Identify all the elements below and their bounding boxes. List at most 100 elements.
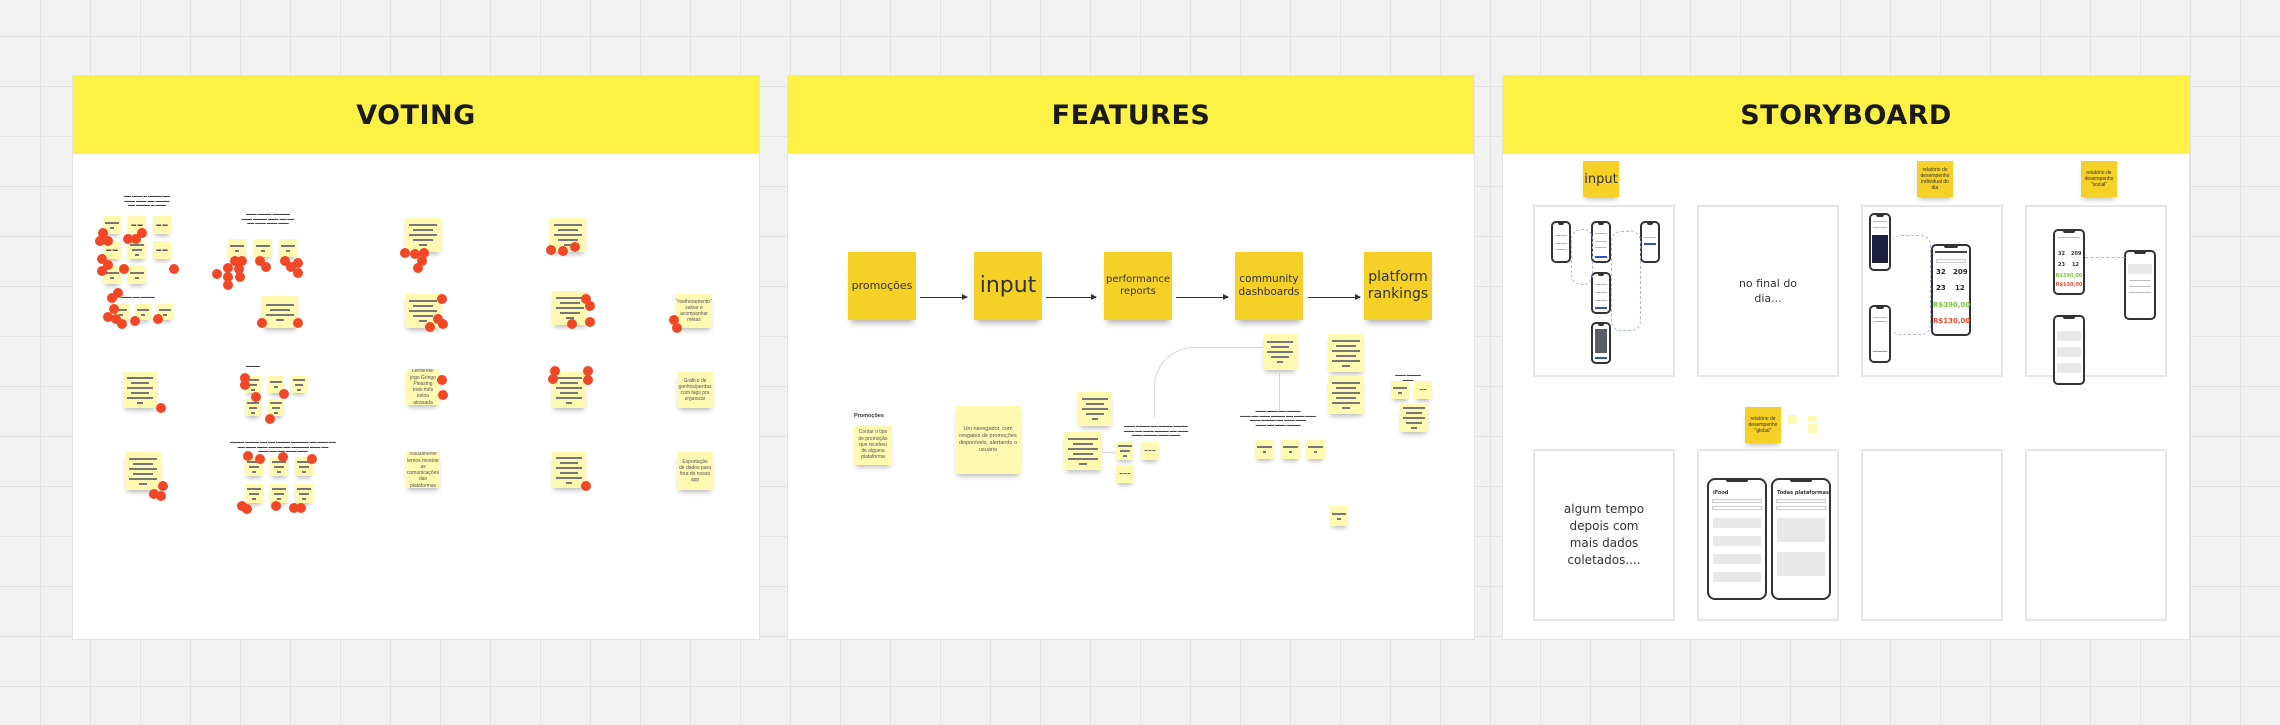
storyboard-card-individual-report[interactable]: 32 209 23 12 R$390,00 R$130,00 (1861, 205, 2003, 377)
vote-dot (585, 301, 595, 311)
mini-sticky[interactable] (1808, 424, 1817, 433)
storyboard-body: input relatório de desempenho individual… (1503, 154, 2189, 639)
vote-dot (293, 318, 303, 328)
vote-dot (257, 318, 267, 328)
sticky-note[interactable] (1391, 381, 1409, 399)
sticky-note[interactable] (1328, 334, 1364, 372)
phone-mockup (1591, 221, 1611, 263)
vote-dot (255, 454, 265, 464)
storyboard-card-later[interactable]: algum tempo depois com mais dados coleta… (1533, 449, 1675, 621)
sticky-note[interactable] (1306, 440, 1325, 459)
note-caption: ▬▬▬ ▬▬▬▬ ▬▬ ▬▬▬▬ ▬▬▬▬ ▬▬▬ ▬▬ ▬▬▬ ▬▬▬▬ ▬▬ … (1123, 424, 1189, 438)
vote-dot (156, 491, 166, 501)
frame-storyboard[interactable]: STORYBOARD input relatório de desempenho… (1502, 75, 2190, 640)
mini-sticky[interactable] (1788, 415, 1797, 424)
note-caption: ▬▬▬ ▬▬▬ ▬▬ ▬▬▬▬ ▬▬▬ ▬▬ ▬▬▬ ▬▬▬▬ ▬▬ ▬▬▬ ▬▬… (1240, 409, 1316, 427)
sticky-note[interactable]: Um navegador, com resgates de promoções … (955, 406, 1021, 474)
flow-arrow (1308, 294, 1361, 300)
sticky-note[interactable] (1064, 432, 1102, 470)
sticky-note[interactable] (1263, 334, 1297, 370)
flow-sticky-performance-reports[interactable]: performance reports (1104, 252, 1172, 320)
sticky-note[interactable] (270, 484, 288, 503)
flow-arrow (1046, 294, 1097, 300)
sticky-note[interactable]: ▬ ▬ (1414, 381, 1432, 399)
vote-dot (585, 317, 595, 327)
sticky-note[interactable] (128, 266, 146, 284)
sticky-note[interactable]: ▬ ▬ ▬ (1141, 442, 1159, 460)
sticky-note[interactable]: "melhoramento" salvar e acompanhar metas (676, 294, 712, 328)
cluster-caption: ▬▬▬ ▬▬▬▬ ▬▬▬▬▬ ▬▬▬ ▬▬▬▬ ▬▬▬ ▬▬ ▬▬ ▬▬ ▬▬▬ ▬… (241, 212, 295, 226)
phone-mockup (1640, 221, 1660, 263)
storyboard-card-empty[interactable] (1861, 449, 2003, 621)
sticky-note[interactable] (1116, 442, 1134, 460)
sticky-note[interactable] (295, 484, 313, 503)
storyboard-card-empty[interactable] (2025, 449, 2167, 621)
sticky-note[interactable] (291, 376, 307, 393)
stat-value: 12 (1955, 284, 1965, 292)
sticky-note[interactable] (254, 239, 272, 257)
frame-features[interactable]: FEATURES promoções input performance rep… (787, 75, 1475, 640)
mini-sticky[interactable] (1808, 416, 1817, 422)
vote-dot (567, 319, 577, 329)
sticky-note[interactable]: Visualmente temos mostrar as comunicaçõe… (406, 452, 440, 488)
tag-social-report[interactable]: relatório de desempenho "social" (2081, 161, 2117, 197)
vote-dot (293, 268, 303, 278)
sticky-note[interactable]: ▬ ▬ (153, 241, 171, 259)
storyboard-card-input[interactable] (1533, 205, 1675, 377)
sticky-note[interactable]: ▬ ▬ ▬ (1116, 465, 1134, 483)
vote-dot (400, 248, 410, 258)
vote-dot (117, 319, 127, 329)
flow-arrow (920, 294, 968, 300)
sticky-note[interactable]: ▬ ▬ (153, 216, 171, 234)
sticky-note[interactable] (245, 484, 263, 503)
sticky-note[interactable]: Lembrete: jogo Gringo Pleasing todo mês … (406, 369, 440, 405)
sticky-note[interactable] (1255, 440, 1274, 459)
storyboard-card-global-report[interactable]: iFood Todas plataformas (1697, 449, 1839, 621)
sticky-note[interactable] (1328, 376, 1364, 414)
sticky-note[interactable] (1078, 392, 1112, 426)
flow-connector (1891, 235, 1931, 335)
vote-dot (437, 375, 447, 385)
sticky-note[interactable] (1330, 506, 1348, 526)
vote-dot (307, 454, 317, 464)
flow-connector (1571, 229, 1593, 285)
phone-report-mockup: 32 209 23 12 R$390,00 R$130,00 (1931, 244, 1971, 336)
tag-individual-report[interactable]: relatório de desempenho individual do di… (1917, 161, 1953, 197)
vote-dot (261, 262, 271, 272)
flow-sticky-input[interactable]: input (974, 252, 1042, 320)
sticky-note[interactable] (123, 372, 157, 408)
vote-dot (278, 452, 288, 462)
storyboard-card-social-report[interactable]: 32 209 23 12 R$390,00 R$130,00 (2025, 205, 2167, 385)
stat-value: 32 (1936, 268, 1946, 276)
vote-dot (581, 481, 591, 491)
sticky-note[interactable] (405, 218, 441, 252)
flow-sticky-promocoes[interactable]: promoções (848, 252, 916, 320)
tag-global-report[interactable]: relatório de desempenho "global" (1745, 407, 1781, 443)
vote-dot (97, 266, 107, 276)
earnings-value: R$390,00 (1933, 301, 1971, 309)
frame-voting[interactable]: VOTING ▬▬ ▬▬▬ ▬ ▬▬▬▬ ▬▬ ▬▬▬ ▬▬▬ ▬▬ ▬▬▬▬ ▬▬… (72, 75, 760, 640)
vote-dot (251, 392, 261, 402)
phone-mockup: 32 209 23 12 R$390,00 R$130,00 (2053, 229, 2085, 295)
flow-sticky-community-dashboards[interactable]: community dashboards (1235, 252, 1303, 320)
vote-dot (103, 236, 113, 246)
sticky-note[interactable]: Exportação de dados para fora do nosso a… (677, 452, 713, 490)
sticky-note[interactable]: Contar o tipo de promoção que recebeu de… (854, 425, 892, 465)
vote-dot (119, 264, 129, 274)
tag-input[interactable]: input (1583, 161, 1619, 197)
vote-dot (558, 246, 568, 256)
flow-connector (1611, 231, 1641, 331)
sticky-note[interactable] (228, 239, 246, 257)
sticky-note[interactable] (279, 239, 297, 257)
sticky-note[interactable]: Gráfico de ganhos/perdas com tags pra or… (677, 372, 713, 408)
sticky-note[interactable] (1281, 440, 1300, 459)
flow-connector (2085, 257, 2125, 258)
vote-dot (413, 263, 423, 273)
sticky-note[interactable] (125, 452, 161, 490)
sticky-note[interactable] (1400, 404, 1428, 432)
cluster-caption: ▬▬ ▬▬▬ ▬ ▬▬▬▬ ▬▬ ▬▬▬ ▬▬▬ ▬▬ ▬▬▬▬ ▬▬ ▬▬▬▬ ▬… (124, 194, 170, 208)
vote-dot (548, 374, 558, 384)
storyboard-card-end-of-day[interactable]: no final do dia... (1697, 205, 1839, 377)
phone-global-all: Todas plataformas (1771, 478, 1831, 600)
flow-sticky-platform-rankings[interactable]: platform rankings (1364, 252, 1432, 320)
